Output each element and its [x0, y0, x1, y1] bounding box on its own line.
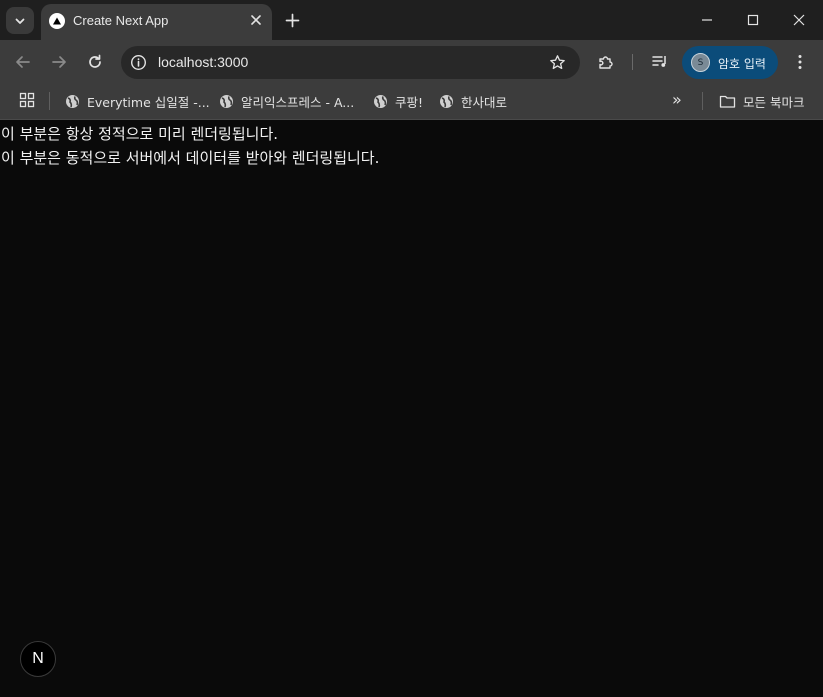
back-arrow-icon[interactable]: [14, 53, 32, 71]
nextjs-dev-indicator-button[interactable]: N: [20, 641, 56, 677]
avatar: S: [691, 53, 710, 72]
toolbar-divider: [632, 54, 633, 70]
static-render-text: 이 부분은 항상 정적으로 미리 렌더링됩니다.: [1, 125, 279, 143]
bookmark-item[interactable]: 쿠팡!: [373, 91, 423, 111]
profile-label: 암호 입력: [718, 57, 766, 71]
new-tab-plus-icon[interactable]: [284, 12, 301, 29]
maximize-icon[interactable]: [745, 12, 761, 28]
globe-icon: [220, 94, 233, 108]
dynamic-render-text: 이 부분은 동적으로 서버에서 데이터를 받아와 렌더링됩니다.: [1, 149, 380, 167]
close-tab-icon[interactable]: [248, 12, 264, 28]
page-viewport: 이 부분은 항상 정적으로 미리 렌더링됩니다. 이 부분은 동적으로 서버에서…: [0, 121, 823, 697]
forward-arrow-icon[interactable]: [50, 53, 68, 71]
nextjs-favicon-icon: [49, 13, 65, 29]
bookmark-label: Everytime 십일절 -...: [87, 94, 210, 110]
bookmark-label: 알리익스프레스 - A...: [241, 94, 355, 110]
bookmarks-bar: Everytime 십일절 -... 알리익스프레스 - A... 쿠팡! 한사…: [0, 84, 823, 120]
nextjs-logo-icon: N: [32, 650, 44, 667]
bookmark-item[interactable]: 한사대로: [439, 91, 507, 111]
info-icon[interactable]: [130, 54, 147, 71]
bookmark-label: 쿠팡!: [395, 94, 424, 110]
bookmark-label: 한사대로: [461, 94, 508, 110]
reload-icon[interactable]: [86, 53, 104, 71]
bookmark-item[interactable]: Everytime 십일절 -...: [65, 91, 210, 111]
bookmarks-divider: [49, 92, 50, 110]
all-bookmarks-label: 모든 북마크: [743, 94, 805, 110]
bookmark-star-icon[interactable]: [549, 54, 566, 71]
minimize-icon[interactable]: [699, 12, 715, 28]
profile-button[interactable]: S 암호 입력: [682, 46, 778, 79]
title-bar: Create Next App: [0, 0, 823, 40]
globe-icon: [440, 94, 453, 108]
address-bar[interactable]: localhost:3000: [121, 46, 580, 79]
url-text[interactable]: localhost:3000: [158, 54, 248, 70]
tab-active[interactable]: Create Next App: [41, 4, 272, 40]
close-window-icon[interactable]: [791, 12, 807, 28]
folder-icon: [719, 95, 736, 108]
bookmark-item[interactable]: 알리익스프레스 - A...: [219, 91, 354, 111]
bookmarks-overflow-button[interactable]: »: [672, 90, 682, 109]
globe-icon: [374, 94, 387, 108]
avatar-letter: S: [697, 57, 704, 68]
media-controls-icon[interactable]: [651, 53, 669, 71]
globe-icon: [66, 94, 79, 108]
tab-search-button[interactable]: [6, 7, 34, 34]
all-bookmarks-folder[interactable]: 모든 북마크: [719, 91, 804, 111]
chevron-down-icon: [15, 18, 25, 24]
apps-grid-icon[interactable]: [19, 92, 35, 108]
tab-title: Create Next App: [73, 13, 169, 28]
extensions-puzzle-icon[interactable]: [597, 53, 615, 71]
browser-toolbar: localhost:3000 S 암호 입력: [0, 40, 823, 84]
more-menu-icon[interactable]: [791, 53, 809, 71]
bookmarks-divider: [702, 92, 703, 110]
